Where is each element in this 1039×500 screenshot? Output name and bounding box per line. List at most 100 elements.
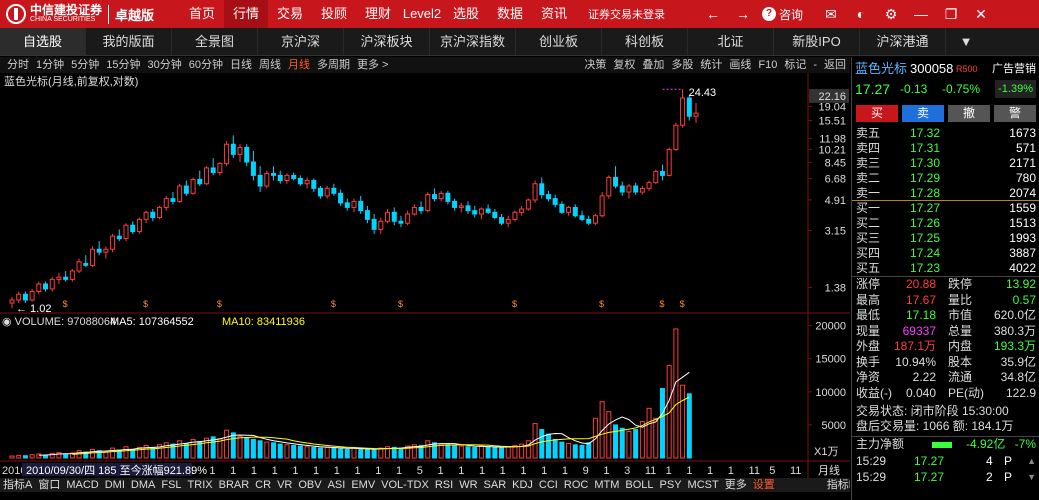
period-option[interactable]: 周线 — [259, 57, 281, 73]
candle-body[interactable] — [264, 172, 270, 187]
period-option[interactable]: 月线 — [288, 57, 310, 73]
candle-body[interactable] — [613, 176, 619, 187]
candle-body[interactable] — [566, 206, 572, 213]
indicator-tab[interactable]: MCST — [688, 479, 719, 491]
candle-body[interactable] — [22, 293, 28, 301]
close-icon[interactable]: ✕ — [966, 6, 996, 23]
candle-body[interactable] — [626, 185, 632, 193]
candle-body[interactable] — [190, 178, 196, 194]
indicator-tab[interactable]: EMV — [351, 479, 375, 491]
candle-body[interactable] — [331, 187, 337, 194]
candle-body[interactable] — [371, 218, 377, 230]
orderbook-row[interactable]: 买三 17.25 1993 — [852, 231, 1039, 246]
candle-body[interactable] — [130, 224, 136, 233]
dividend-marker-icon[interactable]: $ — [599, 299, 604, 309]
candle-body[interactable] — [385, 211, 391, 222]
market-more-icon[interactable]: ▼ — [946, 28, 986, 55]
indicator-tab[interactable]: OBV — [298, 479, 321, 491]
market-tab[interactable]: 沪深板块 — [344, 28, 430, 55]
indicator-tab[interactable]: ASI — [328, 479, 346, 491]
top-nav-item[interactable]: 选股 — [444, 0, 488, 28]
candle-body[interactable] — [304, 180, 310, 185]
market-tab[interactable]: 北证 — [688, 28, 774, 55]
candle-body[interactable] — [257, 174, 263, 187]
top-nav-item[interactable]: 资讯 — [532, 0, 576, 28]
consult-button[interactable]: ? 咨询 — [762, 6, 816, 23]
candle-body[interactable] — [116, 235, 122, 240]
period-option[interactable]: 更多 > — [357, 57, 388, 73]
minimize-icon[interactable]: — — [906, 6, 936, 22]
market-tab[interactable]: 自选股 — [0, 28, 86, 55]
candle-body[interactable] — [586, 218, 592, 224]
orderbook-row[interactable]: 卖四 17.31 571 — [852, 141, 1039, 156]
trade-button[interactable]: 买 — [856, 105, 898, 122]
candle-body[interactable] — [431, 194, 437, 200]
candle-body[interactable] — [291, 174, 297, 179]
candle-body[interactable] — [499, 217, 505, 224]
candle-body[interactable] — [83, 263, 89, 266]
period-option[interactable]: 日线 — [230, 57, 252, 73]
candle-body[interactable] — [324, 187, 330, 197]
industry-label[interactable]: 广告营销 — [992, 60, 1036, 78]
market-tab[interactable]: 沪深港通 — [860, 28, 946, 55]
top-nav-item[interactable]: 数据 — [488, 0, 532, 28]
candle-body[interactable] — [183, 185, 189, 194]
chart-tool[interactable]: 标记 — [784, 57, 806, 73]
top-nav-item[interactable]: 行情 — [224, 0, 268, 28]
candle-body[interactable] — [599, 195, 605, 217]
candle-body[interactable] — [170, 198, 176, 202]
candle-body[interactable] — [425, 194, 431, 212]
candle-body[interactable] — [96, 248, 102, 253]
candle-body[interactable] — [552, 198, 558, 205]
period-option[interactable]: 15分钟 — [106, 57, 140, 73]
candle-body[interactable] — [311, 180, 317, 189]
top-nav-item[interactable]: 首页 — [180, 0, 224, 28]
top-nav-item[interactable]: 理财 — [356, 0, 400, 28]
candle-body[interactable] — [163, 198, 169, 208]
candle-body[interactable] — [177, 185, 183, 202]
top-nav-item[interactable]: Level2 — [400, 0, 444, 28]
indicator-tab[interactable]: 指标A — [3, 479, 32, 491]
candle-body[interactable] — [465, 205, 471, 212]
candle-body[interactable] — [217, 163, 223, 174]
indicator-tab[interactable]: SAR — [484, 479, 507, 491]
period-option[interactable]: 30分钟 — [148, 57, 182, 73]
orderbook-row[interactable]: 买二 17.26 1513 — [852, 216, 1039, 231]
candle-body[interactable] — [693, 112, 699, 117]
candle-body[interactable] — [197, 178, 203, 185]
indicator-tab[interactable]: CR — [255, 479, 271, 491]
candle-body[interactable] — [485, 208, 491, 213]
candle-body[interactable] — [157, 206, 163, 219]
candle-body[interactable] — [297, 177, 303, 185]
period-option[interactable]: 多周期 — [317, 57, 350, 73]
chart-tool[interactable]: F10 — [758, 57, 777, 73]
dividend-marker-icon[interactable]: $ — [512, 299, 517, 309]
candle-body[interactable] — [545, 194, 551, 200]
tick-scroll-icon[interactable]: ▲ — [1027, 454, 1036, 469]
candle-body[interactable] — [344, 202, 350, 208]
trade-button[interactable]: 撤 — [948, 105, 990, 122]
trade-button[interactable]: 警 — [994, 105, 1036, 122]
candle-body[interactable] — [458, 205, 464, 208]
indicator-tab[interactable]: 设置 — [753, 479, 775, 491]
candle-body[interactable] — [364, 210, 370, 220]
candle-body[interactable] — [150, 211, 156, 219]
chart-tool[interactable]: 画线 — [729, 57, 751, 73]
market-tab[interactable]: 科创板 — [602, 28, 688, 55]
kline-chart-area[interactable]: 蓝色光标(月线,前复权,对数) 22.16 19.04 15.51 11.98 10.21… — [0, 73, 850, 493]
candle-body[interactable] — [606, 176, 612, 197]
candle-body[interactable] — [398, 220, 404, 224]
candle-body[interactable] — [532, 183, 538, 201]
candle-body[interactable] — [69, 270, 75, 280]
candle-body[interactable] — [646, 182, 652, 189]
period-option[interactable]: 1分钟 — [36, 57, 64, 73]
indicator-tab[interactable]: WR — [459, 479, 477, 491]
candle-body[interactable] — [284, 174, 290, 182]
orderbook-row[interactable]: 买四 17.24 3887 — [852, 246, 1039, 261]
indicator-tab[interactable]: DMA — [131, 479, 155, 491]
candle-body[interactable] — [237, 146, 243, 155]
indicator-tab[interactable]: KDJ — [512, 479, 533, 491]
candle-body[interactable] — [56, 276, 62, 280]
candle-body[interactable] — [659, 171, 665, 176]
dividend-marker-icon[interactable]: $ — [143, 299, 148, 309]
